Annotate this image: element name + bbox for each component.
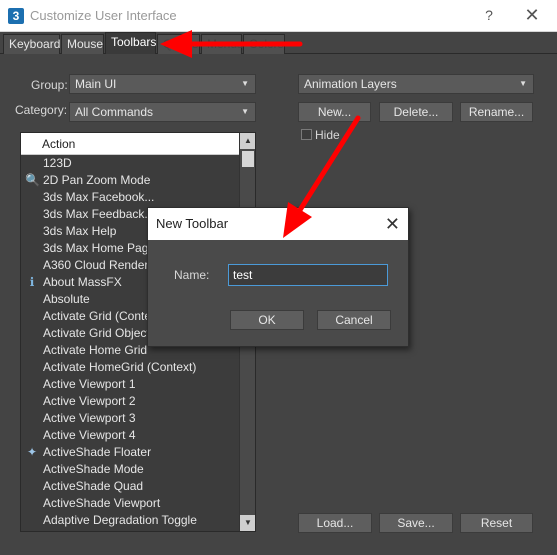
tab-menus[interactable]: Menus xyxy=(201,34,243,54)
new-toolbar-dialog: New Toolbar ✕ Name: test OK Cancel xyxy=(147,207,409,347)
action-column-header[interactable]: Action xyxy=(21,133,239,155)
toolbar-dropdown[interactable]: Animation Layers ▼ xyxy=(298,74,534,94)
toolbar-value: Animation Layers xyxy=(304,77,397,91)
chevron-down-icon: ▼ xyxy=(241,107,249,116)
hide-label: Hide xyxy=(315,128,340,142)
tab-colors[interactable]: Colors xyxy=(243,34,285,54)
group-dropdown[interactable]: Main UI ▼ xyxy=(69,74,256,94)
list-item-label: Activate HomeGrid (Context) xyxy=(43,360,197,374)
scroll-thumb[interactable] xyxy=(242,151,254,167)
cancel-button[interactable]: Cancel xyxy=(317,310,391,330)
list-item[interactable]: 🔍 2D Pan Zoom Mode xyxy=(21,172,239,189)
title-bar: 3 Customize User Interface ? ✕ xyxy=(0,0,557,32)
list-item[interactable]: Active Viewport 1 xyxy=(21,376,239,393)
category-value: All Commands xyxy=(75,105,154,119)
reset-button[interactable]: Reset xyxy=(460,513,533,533)
dialog-title-bar: New Toolbar ✕ xyxy=(148,208,408,240)
list-item-label: 2D Pan Zoom Mode xyxy=(43,173,151,187)
tab-toolbars[interactable]: Toolbars xyxy=(105,32,156,54)
list-item-label: Active Viewport 3 xyxy=(43,411,136,425)
dialog-title: New Toolbar xyxy=(156,216,229,231)
group-value: Main UI xyxy=(75,77,117,91)
list-item-label: Active Viewport 1 xyxy=(43,377,136,391)
list-item-label: 3ds Max Help xyxy=(43,224,117,238)
magnifier-icon: 🔍 xyxy=(25,173,40,187)
close-icon[interactable]: ✕ xyxy=(522,5,542,25)
list-item-label: Activate Home Grid xyxy=(43,343,148,357)
list-item-label: ActiveShade Mode xyxy=(43,462,144,476)
list-item[interactable]: 3ds Max Facebook... xyxy=(21,189,239,206)
list-item[interactable]: Active Viewport 3 xyxy=(21,410,239,427)
tab-keyboard[interactable]: Keyboard xyxy=(3,34,60,54)
massfx-info-icon: ℹ xyxy=(29,275,35,289)
tab-quads[interactable]: Quads xyxy=(157,34,200,54)
scroll-down-icon[interactable]: ▼ xyxy=(240,515,255,531)
app-icon: 3 xyxy=(8,8,24,24)
list-item[interactable]: Adaptive Degradation Toggle xyxy=(21,512,239,529)
list-item-label: ActiveShade Floater xyxy=(43,445,152,459)
list-item[interactable]: ActiveShade Mode xyxy=(21,461,239,478)
help-icon[interactable]: ? xyxy=(480,6,498,24)
list-item-label: Activate Grid Object xyxy=(43,326,150,340)
chevron-down-icon: ▼ xyxy=(241,79,249,88)
chevron-down-icon: ▼ xyxy=(519,79,527,88)
delete-toolbar-button[interactable]: Delete... xyxy=(379,102,453,122)
new-toolbar-button[interactable]: New... xyxy=(298,102,371,122)
list-item-label: Active Viewport 2 xyxy=(43,394,136,408)
tab-strip: Keyboard Mouse Toolbars Quads Menus Colo… xyxy=(0,32,557,54)
list-item[interactable]: 123D xyxy=(21,155,239,172)
list-item[interactable]: Active Viewport 2 xyxy=(21,393,239,410)
list-item-label: 3ds Max Facebook... xyxy=(43,190,155,204)
list-item-label: 123D xyxy=(43,156,72,170)
list-item-label: Absolute xyxy=(43,292,90,306)
list-item-label: Adaptive Degradation Toggle xyxy=(43,513,197,527)
ok-button[interactable]: OK xyxy=(230,310,304,330)
toolbar-name-input[interactable]: test xyxy=(228,264,388,286)
list-item[interactable]: ActiveShade Quad xyxy=(21,478,239,495)
tab-mouse[interactable]: Mouse xyxy=(61,34,104,54)
list-item-label: Active Viewport 4 xyxy=(43,428,136,442)
category-dropdown[interactable]: All Commands ▼ xyxy=(69,102,256,122)
save-button[interactable]: Save... xyxy=(379,513,453,533)
list-item-label: 3ds Max Feedback... xyxy=(43,207,155,221)
name-label: Name: xyxy=(174,268,210,282)
window-title: Customize User Interface xyxy=(30,8,177,23)
list-item[interactable]: Activate HomeGrid (Context) xyxy=(21,359,239,376)
rename-toolbar-button[interactable]: Rename... xyxy=(460,102,533,122)
list-item-label: About MassFX xyxy=(43,275,122,289)
teapot-icon: ✦ xyxy=(26,445,38,459)
list-item-label: ActiveShade Quad xyxy=(43,479,144,493)
category-label: Category: xyxy=(15,103,68,117)
load-button[interactable]: Load... xyxy=(298,513,372,533)
list-item[interactable]: Active Viewport 4 xyxy=(21,427,239,444)
scroll-up-icon[interactable]: ▲ xyxy=(240,133,255,149)
hide-checkbox[interactable] xyxy=(301,129,312,140)
list-item[interactable]: ✦ ActiveShade Floater xyxy=(21,444,239,461)
group-label: Group: xyxy=(31,78,68,92)
close-icon[interactable]: ✕ xyxy=(385,208,400,240)
list-item-label: ActiveShade Viewport xyxy=(43,496,161,510)
list-item[interactable]: ActiveShade Viewport xyxy=(21,495,239,512)
